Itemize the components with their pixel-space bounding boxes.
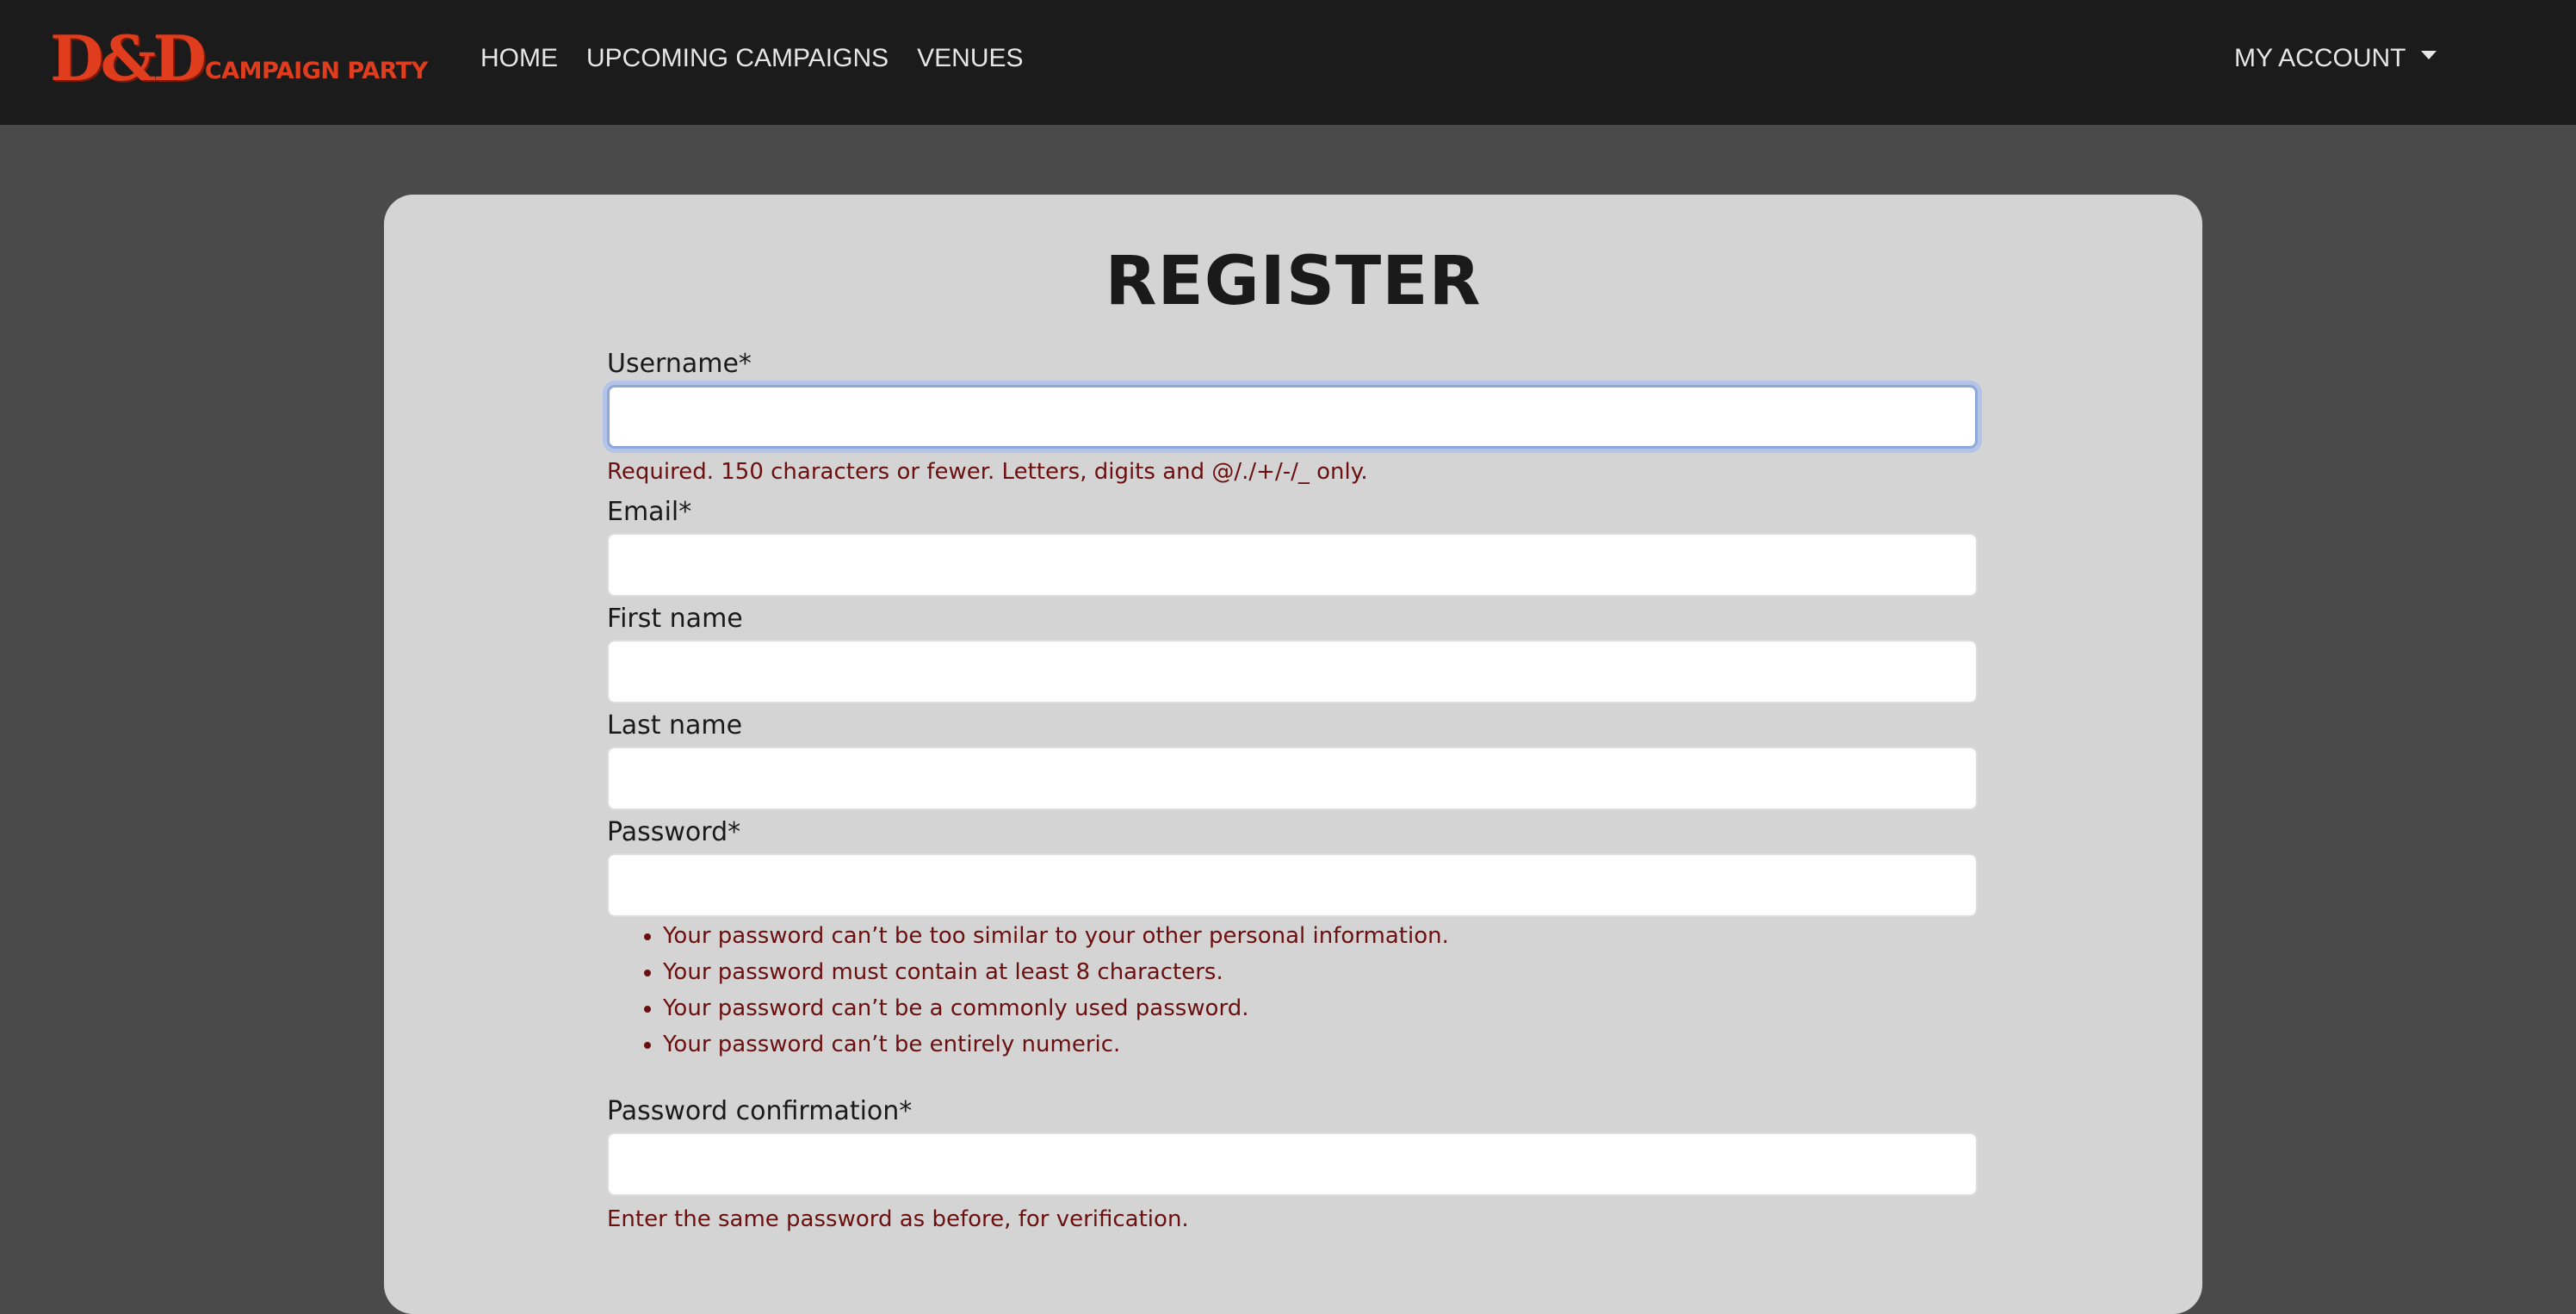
username-label: Username* — [607, 349, 752, 379]
site-logo[interactable]: D&D CAMPAIGN PARTY — [50, 24, 428, 93]
nav-links: HOME UPCOMING CAMPAIGNS VENUES — [480, 40, 1052, 77]
nav-link-home[interactable]: HOME — [480, 40, 558, 77]
email-input[interactable] — [607, 533, 1978, 597]
username-input[interactable] — [607, 385, 1978, 449]
password-help-item: Your password can’t be a commonly used p… — [663, 990, 1449, 1026]
password-help-item: Your password must contain at least 8 ch… — [663, 954, 1449, 990]
password-confirmation-label: Password confirmation* — [607, 1096, 913, 1126]
password-help-item: Your password can’t be too similar to yo… — [663, 918, 1449, 954]
password-help-list: Your password can’t be too similar to yo… — [607, 918, 1449, 1063]
password-label: Password* — [607, 817, 741, 847]
last-name-input[interactable] — [607, 747, 1978, 810]
dnd-logo-mark: D&D — [50, 22, 207, 95]
nav-link-upcoming-campaigns[interactable]: UPCOMING CAMPAIGNS — [586, 40, 889, 77]
first-name-input[interactable] — [607, 640, 1978, 703]
my-account-label: MY ACCOUNT — [2234, 44, 2406, 72]
password-confirmation-help-text: Enter the same password as before, for v… — [607, 1206, 1189, 1232]
nav-link-venues[interactable]: VENUES — [917, 40, 1023, 77]
password-input[interactable] — [607, 853, 1978, 917]
my-account-dropdown[interactable]: MY ACCOUNT — [2234, 40, 2437, 77]
page-title: REGISTER — [1105, 243, 1482, 320]
last-name-label: Last name — [607, 710, 743, 741]
username-help-text: Required. 150 characters or fewer. Lette… — [607, 459, 1368, 485]
logo-text: CAMPAIGN PARTY — [204, 58, 428, 84]
password-confirmation-input[interactable] — [607, 1132, 1978, 1196]
first-name-label: First name — [607, 604, 743, 634]
password-help-item: Your password can’t be entirely numeric. — [663, 1026, 1449, 1063]
caret-down-icon — [2421, 51, 2437, 59]
email-label: Email* — [607, 497, 692, 527]
top-navbar: D&D CAMPAIGN PARTY HOME UPCOMING CAMPAIG… — [0, 0, 2576, 125]
